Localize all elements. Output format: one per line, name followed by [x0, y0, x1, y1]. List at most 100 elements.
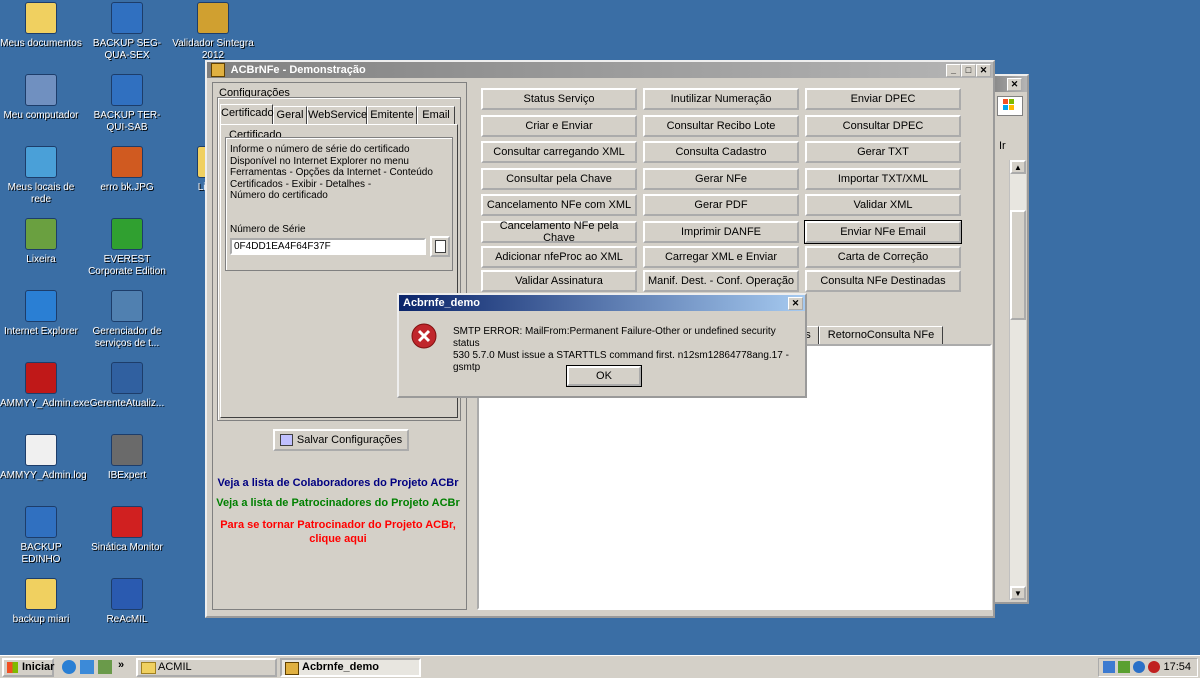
button-validar-assinatura[interactable]: Validar Assinatura — [481, 270, 637, 292]
button-status-servi-o[interactable]: Status Serviço — [481, 88, 637, 110]
icon-gerente-atualiz[interactable]: GerenteAtualiz... — [86, 362, 168, 410]
cert-info-text: Informe o número de série do certificado… — [230, 144, 433, 201]
icon-backup-ter-qui-sab[interactable]: BACKUP TER-QUI-SAB — [86, 74, 168, 134]
tray-icon-3[interactable] — [1133, 661, 1145, 673]
button-enviar-nfe-email[interactable]: Enviar NFe Email — [804, 220, 962, 244]
close-button[interactable]: ✕ — [976, 64, 991, 77]
tray-icon-2[interactable] — [1118, 661, 1130, 673]
scroll-thumb[interactable] — [1010, 210, 1026, 320]
button-consulta-cadastro[interactable]: Consulta Cadastro — [643, 141, 799, 163]
scroll-down-button[interactable]: ▼ — [1010, 586, 1026, 600]
button-enviar-dpec[interactable]: Enviar DPEC — [805, 88, 961, 110]
explorer-quicklaunch-icon[interactable] — [80, 660, 94, 674]
tab-emitente[interactable]: Emitente — [367, 106, 417, 124]
scroll-up-button[interactable]: ▲ — [1010, 160, 1026, 174]
button-adicionar-nfeproc-ao-xml[interactable]: Adicionar nfeProc ao XML — [481, 246, 637, 268]
icon-everest[interactable]: EVEREST Corporate Edition — [86, 218, 168, 278]
more-quicklaunch-icon[interactable]: » — [118, 659, 124, 671]
validador-sintegra-icon — [197, 2, 229, 34]
start-label: Iniciar — [22, 661, 55, 673]
icon-validador-sintegra[interactable]: Validador Sintegra 2012 — [172, 2, 254, 62]
desktop-icon-label: Lixeira — [26, 254, 56, 265]
clock[interactable]: 17:54 — [1163, 661, 1191, 673]
button-criar-e-enviar[interactable]: Criar e Enviar — [481, 115, 637, 137]
error-dialog-title: Acbrnfe_demo — [403, 297, 481, 309]
ie-quicklaunch-icon[interactable] — [62, 660, 76, 674]
icon-gerenciador-servicos[interactable]: Gerenciador de serviços de t... — [86, 290, 168, 350]
tab-webservice[interactable]: WebService — [307, 106, 367, 124]
error-dialog-titlebar: Acbrnfe_demo ✕ — [399, 295, 805, 311]
tab-certificado[interactable]: Certificado — [220, 104, 274, 124]
background-window-scrollbar[interactable]: ▲ ▼ — [1009, 160, 1026, 600]
button-consultar-recibo-lote[interactable]: Consultar Recibo Lote — [643, 115, 799, 137]
taskbar-item-acmil-label: ACMIL — [158, 661, 192, 673]
tab-email[interactable]: Email — [417, 106, 455, 124]
backup-edinho-icon — [25, 506, 57, 538]
button-inutilizar-numera-o[interactable]: Inutilizar Numeração — [643, 88, 799, 110]
tab-geral[interactable]: Geral — [273, 106, 307, 124]
maximize-button[interactable]: □ — [961, 64, 976, 77]
icon-meus-locais-de-rede[interactable]: Meus locais de rede — [0, 146, 82, 206]
save-config-button[interactable]: Salvar Configurações — [273, 429, 409, 451]
desktop-icon-label: BACKUP EDINHO — [20, 542, 62, 565]
tray-icon-4[interactable] — [1148, 661, 1160, 673]
button-imprimir-danfe[interactable]: Imprimir DANFE — [643, 221, 799, 243]
backup-seg-qua-sex-icon — [111, 2, 143, 34]
desktop-icon-label: Validador Sintegra 2012 — [172, 38, 254, 61]
desktop-icon-label: Meus locais de rede — [7, 182, 75, 205]
icon-backup-miari[interactable]: backup miari — [0, 578, 82, 626]
button-validar-xml[interactable]: Validar XML — [805, 194, 961, 216]
certificate-icon — [434, 240, 446, 253]
button-consultar-pela-chave[interactable]: Consultar pela Chave — [481, 168, 637, 190]
icon-ammyy-admin-log[interactable]: AMMYY_Admin.log — [0, 434, 87, 482]
button-gerar-nfe[interactable]: Gerar NFe — [643, 168, 799, 190]
error-dialog-close-button[interactable]: ✕ — [788, 297, 803, 310]
icon-backup-seg-qua-sex[interactable]: BACKUP SEG-QUA-SEX — [86, 2, 168, 62]
background-window-close-button[interactable]: ✕ — [1007, 78, 1022, 91]
button-consultar-dpec[interactable]: Consultar DPEC — [805, 115, 961, 137]
button-carta-de-corre-o[interactable]: Carta de Correção — [805, 246, 961, 268]
serial-input[interactable] — [230, 238, 426, 255]
taskbar-item-acbrnfe[interactable]: Acbrnfe_demo — [280, 658, 421, 677]
gerenciador-servicos-icon — [111, 290, 143, 322]
desktop-icon-label: ReAcMIL — [106, 614, 148, 625]
background-window-ir-label: Ir — [999, 140, 1006, 152]
desktop-icon-label: Sinática Monitor — [91, 542, 163, 553]
folder-icon — [141, 662, 156, 674]
network-quicklaunch-icon[interactable] — [98, 660, 112, 674]
desktop-icon-label: Meu computador — [3, 110, 79, 121]
icon-meus-documentos[interactable]: Meus documentos — [0, 2, 82, 50]
ok-button[interactable]: OK — [566, 365, 642, 387]
button-gerar-pdf[interactable]: Gerar PDF — [643, 194, 799, 216]
meus-documentos-icon — [25, 2, 57, 34]
desktop-icon-label: BACKUP SEG-QUA-SEX — [92, 38, 162, 61]
icon-internet-explorer[interactable]: Internet Explorer — [0, 290, 82, 338]
button-importar-txt-xml[interactable]: Importar TXT/XML — [805, 168, 961, 190]
sinatica-monitor-icon — [111, 506, 143, 538]
button-cancelamento-nfe-pela-chave[interactable]: Cancelamento NFe pela Chave — [481, 220, 637, 244]
button-cancelamento-nfe-com-xml[interactable]: Cancelamento NFe com XML — [481, 194, 637, 216]
button-manif-dest-conf-opera-o[interactable]: Manif. Dest. - Conf. Operação — [643, 270, 799, 292]
icon-ammyy-admin-exe[interactable]: AMMYY_Admin.exe — [0, 362, 89, 410]
select-certificate-button[interactable] — [430, 236, 450, 257]
link-colaboradores[interactable]: Veja a lista de Colaboradores do Projeto… — [213, 477, 463, 489]
link-tornar-patrocinador[interactable]: Para se tornar Patrocinador do Projeto A… — [213, 518, 463, 546]
button-carregar-xml-e-enviar[interactable]: Carregar XML e Enviar — [643, 246, 799, 268]
tab-retorno-consulta[interactable]: RetornoConsulta NFe 2.01 — [819, 326, 943, 358]
button-consultar-carregando-xml[interactable]: Consultar carregando XML — [481, 141, 637, 163]
icon-lixeira[interactable]: Lixeira — [0, 218, 82, 266]
icon-sinatica-monitor[interactable]: Sinática Monitor — [86, 506, 168, 554]
network-tray-icon[interactable] — [1103, 661, 1115, 673]
link-patrocinadores[interactable]: Veja a lista de Patrocinadores do Projet… — [213, 497, 463, 509]
error-message-line1: SMTP ERROR: MailFrom:Permanent Failure-O… — [453, 326, 776, 349]
button-consulta-nfe-destinadas[interactable]: Consulta NFe Destinadas — [805, 270, 961, 292]
icon-ibexpert[interactable]: IBExpert — [86, 434, 168, 482]
minimize-button[interactable]: _ — [946, 64, 961, 77]
icon-meu-computador[interactable]: Meu computador — [0, 74, 82, 122]
taskbar-item-acmil[interactable]: ACMIL — [136, 658, 277, 677]
icon-reacmil[interactable]: ReAcMIL — [86, 578, 168, 626]
start-button[interactable]: Iniciar — [2, 658, 54, 677]
icon-erro-bk[interactable]: erro bk.JPG — [86, 146, 168, 194]
button-gerar-txt[interactable]: Gerar TXT — [805, 141, 961, 163]
icon-backup-edinho[interactable]: BACKUP EDINHO — [0, 506, 82, 566]
